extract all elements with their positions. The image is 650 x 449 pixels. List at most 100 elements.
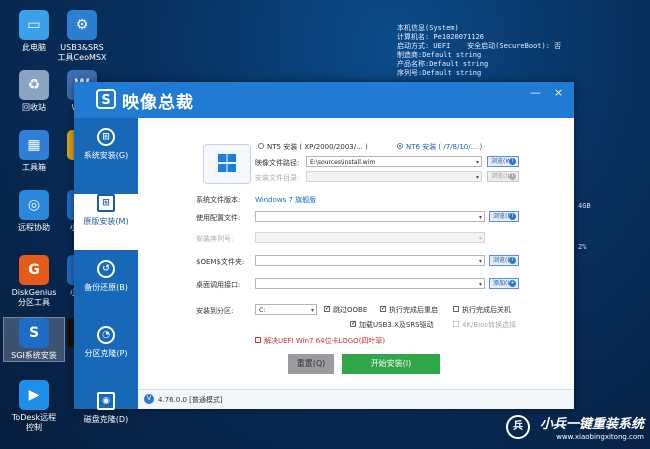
desktop-icon-label: ToDesk远程 控制 [11,413,57,432]
memory-size-text: 4GB [578,202,591,210]
usb3-driver-checkbox[interactable]: ✓ [350,321,356,327]
button-label: 浏览(I) [491,173,510,180]
desktop-icon[interactable]: ▶ ToDesk远程 控制 [4,380,64,433]
sidebar-item-system-install[interactable]: ⊞ 系统安装(G) [74,128,138,184]
system-info-line: 产品名称:Default string [397,60,489,68]
install-dir-label: 安装文件目录: [255,174,300,182]
backup-icon: ↺ [97,260,115,278]
image-path-value: E:\sources\install.wim [310,159,376,166]
partition-select[interactable]: C: ▾ [255,304,317,315]
oem-folder-label: $OEM$文件夹: [196,258,245,266]
browse-image-button[interactable]: 浏览(W) i [487,156,519,167]
browse-dir-button[interactable]: 浏览(I) i [487,171,519,182]
skip-oobe-checkbox[interactable]: ✓ [324,306,330,312]
system-info-line: 序列号:Default string [397,69,482,77]
config-file-field[interactable]: ▾ [255,211,485,222]
serial-field[interactable]: ▾ [255,232,485,243]
browse-oem-button[interactable]: 浏览(R) i [489,255,519,266]
todesk-icon: ▶ [19,380,49,410]
window-title: 映像总裁 [122,93,194,113]
info-icon: i [509,173,516,180]
sidebar-item-label: 原版安装(M) [83,217,129,226]
sidebar-item-label: 备份还原(B) [84,283,128,292]
remote-icon: ◎ [19,190,49,220]
info-icon: i [509,158,516,165]
system-info-line: 制造商:Default string [397,51,482,59]
system-info-line: 本机信息(System) [397,24,459,32]
partition-value: C: [259,307,266,314]
gear-icon: ⚙ [67,10,97,40]
disk-clone-icon: ◉ [97,392,115,410]
uefi-win7-fix-label: 解决UEFI Win7 64位卡LOGO(四叶草) [264,337,386,345]
toolbox-icon: ▦ [19,130,49,160]
version-value: Windows 7 旗舰版 [255,196,317,204]
desktop-api-label: 桌面调用接口: [196,281,241,289]
desktop-icon[interactable]: ⚙ USB3&SRS 工具CeoMSX [52,10,112,63]
plus-icon: + [509,280,516,287]
config-file-label: 使用配置文件: [196,214,241,222]
desktop-api-field[interactable]: ▾ [255,278,485,289]
chevron-down-icon: ▾ [310,307,314,314]
restart-checkbox[interactable]: ✓ [380,306,386,312]
sidebar: ⊞ 系统安装(G) ⊞ 原版安装(M) ↺ 备份还原(B) ◔ 分区克隆(P) … [74,118,138,424]
chevron-down-icon: ▾ [478,258,482,265]
shutdown-checkbox[interactable] [453,306,459,312]
sidebar-item-label: 磁盘克隆(D) [83,415,129,424]
shutdown-label: 执行完成后关机 [462,306,511,314]
watermark: 兵 小兵一键重装系统 www.xiaobingxitong.com [505,413,644,441]
usb3-driver-label: 加载USB3.X及SRS驱动 [359,321,434,329]
sidebar-item-partition-clone[interactable]: ◔ 分区克隆(P) [74,326,138,382]
main-content: NT5 安装 ( XP/2000/2003/... ) NT6 安装 ( /7/… [138,118,574,409]
browse-config-button[interactable]: 浏览(F) i [489,211,519,222]
sidebar-item-backup-restore[interactable]: ↺ 备份还原(B) [74,260,138,316]
chevron-down-icon: ▾ [475,159,479,166]
title-bar: S 映像总裁 — × [74,82,574,118]
4k-conversion-label: 4K/Bios转换选择 [462,321,517,329]
chevron-down-icon: ▾ [475,174,479,181]
info-icon: i [509,213,516,220]
minimize-button[interactable]: — [530,86,541,99]
sgi-icon: S [19,318,49,348]
brand-logo-icon: 兵 [505,415,530,439]
reset-button[interactable]: 重置(Q) [288,354,334,374]
install-dir-field[interactable]: ▾ [306,171,482,182]
partition-label: 安装到分区: [196,307,234,315]
uefi-win7-fix-checkbox[interactable] [255,337,261,343]
sidebar-item-original-install[interactable]: ⊞ 原版安装(M) [74,194,138,250]
recycle-bin-icon: ♻ [19,70,49,100]
computer-icon: ▭ [19,10,49,40]
nt5-radio[interactable] [258,143,264,149]
nt6-label: NT6 安装 ( /7/8/10/... ) [406,143,483,151]
close-button[interactable]: × [554,86,563,99]
sidebar-item-label: 分区克隆(P) [84,349,128,358]
system-info-line: 计算机名: Pe1020071126 [397,33,485,41]
version-label: 系统文件版本: [196,196,241,204]
chevron-down-icon: ▾ [478,235,482,242]
oem-folder-field[interactable]: ▾ [255,255,485,266]
partition-icon: ◔ [97,326,115,344]
image-path-field[interactable]: E:\sources\install.wim ▾ [306,156,482,167]
windows-logo-icon [203,144,251,184]
sidebar-item-disk-clone[interactable]: ◉ 磁盘克隆(D) [74,392,138,448]
version-badge-icon: V [144,394,154,404]
info-icon: i [509,257,516,264]
skip-oobe-label: 跳过OOBE [333,306,368,314]
nt6-radio[interactable] [397,143,403,149]
brand-url: www.xiaobingxitong.com [556,433,644,441]
image-path-label: 映像文件路径: [255,159,300,167]
version-text: 4.76.0.0 [普通模式] [158,396,223,404]
brand-name: 小兵一键重装系统 [539,417,644,432]
system-info-line: 启动方式: UEFI 安全启动(SecureBoot): 否 [397,42,562,50]
chevron-down-icon: ▾ [478,214,482,221]
4k-conversion-checkbox[interactable] [453,321,459,327]
add-api-button[interactable]: 添加(U) + [489,278,519,289]
windows-icon: ⊞ [97,128,115,146]
chevron-down-icon: ▾ [478,281,482,288]
desktop-icon-label: USB3&SRS 工具CeoMSX [57,43,107,62]
app-logo-icon: S [96,89,116,109]
start-install-button[interactable]: 开始安装(I) [342,354,440,374]
usage-percent-text: 2% [578,243,587,251]
nt5-label: NT5 安装 ( XP/2000/2003/... ) [267,143,368,151]
restart-label: 执行完成后重启 [389,306,438,314]
image-master-window: S 映像总裁 — × ⊞ 系统安装(G) ⊞ 原版安装(M) ↺ 备份还原(B)… [74,82,574,424]
